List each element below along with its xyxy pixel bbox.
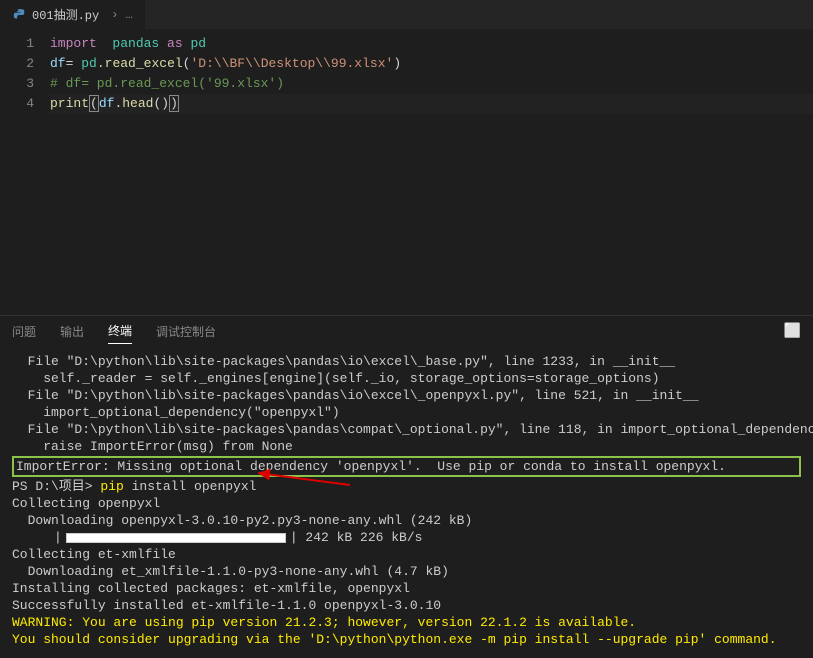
python-file-icon (12, 8, 26, 22)
code-line: print(df.head()) (50, 94, 813, 114)
code-area[interactable]: import pandas as pd df= pd.read_excel('D… (50, 30, 813, 315)
editor-tab-bar: 001抽测.py › … (0, 0, 813, 30)
pip-progress-line: || 242 kB 226 kB/s (12, 529, 801, 546)
line-number-gutter: 1 2 3 4 (0, 30, 50, 315)
traceback-line: File "D:\python\lib\site-packages\pandas… (12, 387, 801, 404)
traceback-line: self._reader = self._engines[engine](sel… (12, 370, 801, 387)
tab-problems[interactable]: 问题 (12, 319, 36, 344)
pip-warning-line: WARNING: You are using pip version 21.2.… (12, 614, 801, 631)
panel-tab-bar: 问题 输出 终端 调试控制台 ⬜ (0, 315, 813, 347)
tab-output[interactable]: 输出 (60, 319, 84, 344)
pip-output-line: Downloading openpyxl-3.0.10-py2.py3-none… (12, 512, 801, 529)
panel-maximize-icon[interactable]: ⬜ (784, 323, 801, 340)
tab-debug-console[interactable]: 调试控制台 (156, 319, 216, 344)
traceback-line: raise ImportError(msg) from None (12, 438, 801, 455)
terminal-panel[interactable]: File "D:\python\lib\site-packages\pandas… (0, 347, 813, 658)
tab-terminal[interactable]: 终端 (108, 318, 132, 344)
line-number: 2 (0, 54, 34, 74)
code-line: df= pd.read_excel('D:\\BF\\Desktop\\99.x… (50, 54, 813, 74)
prompt-line: PS D:\项目> pip install openpyxl (12, 478, 801, 495)
pip-output-line: Collecting openpyxl (12, 495, 801, 512)
code-editor[interactable]: 1 2 3 4 import pandas as pd df= pd.read_… (0, 30, 813, 315)
line-number: 1 (0, 34, 34, 54)
pip-warning-line: You should consider upgrading via the 'D… (12, 631, 801, 648)
import-error-line: ImportError: Missing optional dependency… (16, 458, 797, 475)
traceback-line: File "D:\python\lib\site-packages\pandas… (12, 421, 801, 438)
pip-output-line: Installing collected packages: et-xmlfil… (12, 580, 801, 597)
progress-bar: || (54, 529, 298, 546)
traceback-line: File "D:\python\lib\site-packages\pandas… (12, 353, 801, 370)
line-number: 4 (0, 94, 34, 114)
code-line: # df= pd.read_excel('99.xlsx') (50, 74, 813, 94)
pip-output-line: Downloading et_xmlfile-1.1.0-py3-none-an… (12, 563, 801, 580)
breadcrumb-sep: › … (111, 8, 133, 22)
pip-output-line: Successfully installed et-xmlfile-1.1.0 … (12, 597, 801, 614)
line-number: 3 (0, 74, 34, 94)
tab-filename: 001抽测.py (32, 6, 99, 23)
code-line: import pandas as pd (50, 34, 813, 54)
file-tab[interactable]: 001抽测.py › … (0, 0, 145, 30)
traceback-line: import_optional_dependency("openpyxl") (12, 404, 801, 421)
error-highlight-box: ImportError: Missing optional dependency… (12, 456, 801, 477)
pip-output-line: Collecting et-xmlfile (12, 546, 801, 563)
